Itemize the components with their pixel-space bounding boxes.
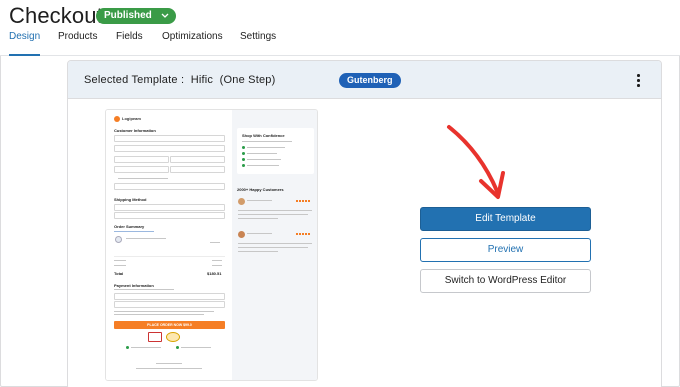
- tab-fields[interactable]: Fields: [116, 28, 143, 56]
- more-options-icon[interactable]: [635, 72, 641, 88]
- tab-design[interactable]: Design: [9, 28, 41, 56]
- tab-products[interactable]: Products: [58, 28, 97, 56]
- template-name: Hific: [190, 74, 214, 86]
- norton-seal-icon: [166, 332, 180, 342]
- page-title: Checkout: [9, 3, 103, 28]
- preview-button[interactable]: Preview: [420, 238, 591, 262]
- preview-customer-info: Customer Information: [114, 128, 156, 133]
- preview-payment-info: Payment Information: [114, 283, 154, 288]
- tab-bar: Design Products Fields Optimizations Set…: [0, 28, 680, 56]
- logo-icon: [114, 116, 120, 122]
- template-variant: (One Step): [219, 74, 276, 86]
- tab-settings[interactable]: Settings: [240, 28, 276, 56]
- template-card-header: Selected Template : Hific (One Step) Gut…: [68, 61, 661, 99]
- preview-order-summary: Order Summary: [114, 224, 145, 229]
- status-label: Published: [104, 10, 152, 21]
- switch-editor-button[interactable]: Switch to WordPress Editor: [420, 269, 591, 293]
- chevron-down-icon: [161, 8, 169, 29]
- preview-total-value: $180.51: [207, 271, 222, 276]
- preview-shipping-method: Shipping Method: [114, 197, 147, 202]
- reviewer-avatar: [238, 231, 245, 238]
- page-header: Checkout Published Design Products Field…: [0, 0, 680, 56]
- template-preview-thumbnail: Logipeam Customer Information Shipping M…: [105, 109, 318, 381]
- preview-place-order-button: PLACE ORDER NOW $99.0: [114, 321, 225, 329]
- preview-happy-customers: 2000+ Happy Customers: [237, 187, 284, 192]
- template-card: Selected Template : Hific (One Step) Gut…: [67, 60, 662, 387]
- preview-logo-text: Logipeam: [122, 116, 141, 121]
- builder-badge: Gutenberg: [339, 73, 401, 88]
- red-arrow-icon: [447, 125, 505, 199]
- preview-total-label: Total: [114, 271, 124, 276]
- reviewer-avatar: [238, 198, 245, 205]
- status-dropdown[interactable]: Published: [96, 8, 176, 24]
- tab-optimizations[interactable]: Optimizations: [162, 28, 223, 56]
- selected-template-title: Selected Template : Hific (One Step): [84, 74, 275, 86]
- selected-template-prefix: Selected Template :: [84, 74, 185, 86]
- preview-shop-confidence: Shop With Confidence: [242, 133, 285, 138]
- mcafee-seal-icon: [148, 332, 162, 342]
- edit-template-button[interactable]: Edit Template: [420, 207, 591, 231]
